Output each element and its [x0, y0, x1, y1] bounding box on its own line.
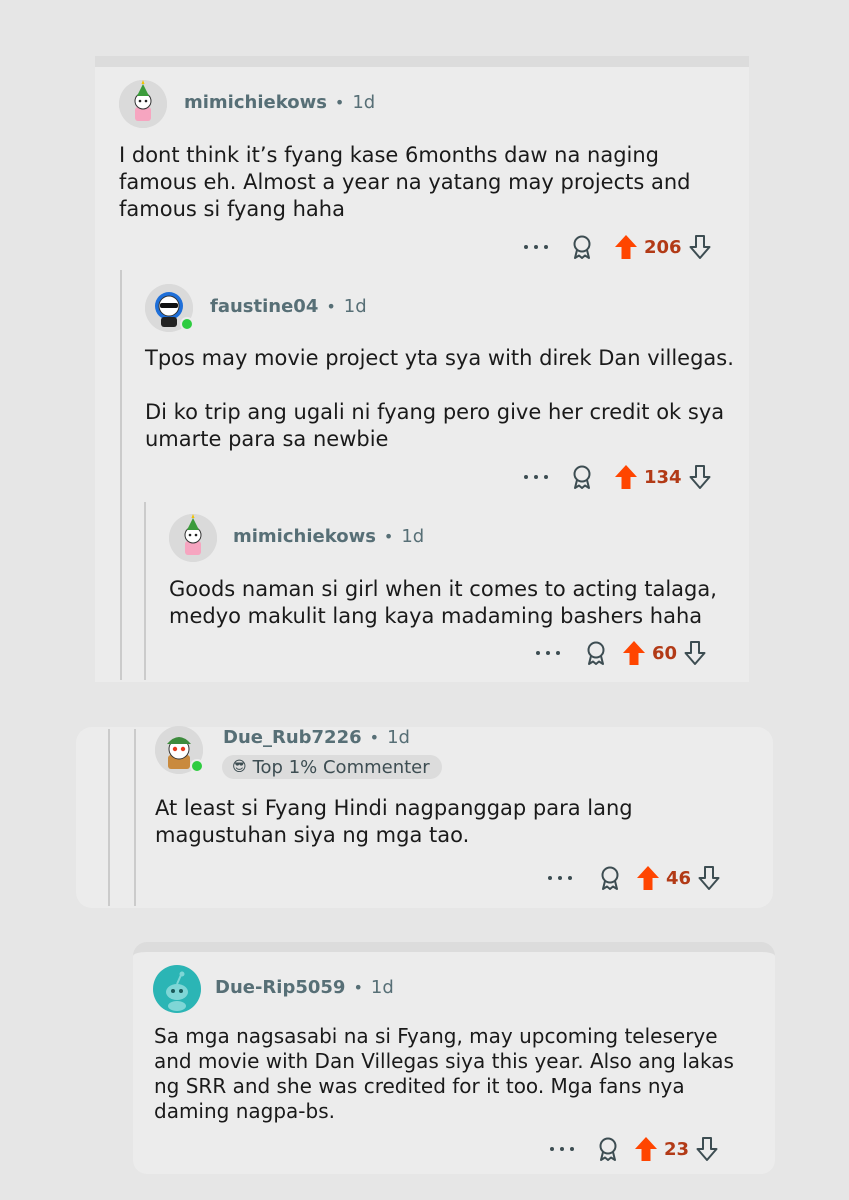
vote-count: 206 [644, 236, 682, 258]
comment-actions: 206 [524, 234, 712, 260]
separator: • [334, 93, 345, 112]
separator: • [353, 978, 363, 997]
more-options-icon[interactable] [524, 237, 548, 257]
more-options-icon[interactable] [548, 868, 572, 888]
upvote-icon[interactable] [634, 1136, 658, 1162]
vote-count: 46 [666, 867, 692, 889]
avatar-image [169, 514, 217, 562]
award-icon[interactable] [570, 464, 594, 490]
upvote-icon[interactable] [614, 464, 638, 490]
avatar[interactable] [155, 726, 204, 774]
thread-line[interactable] [120, 270, 122, 680]
downvote-icon[interactable] [683, 640, 707, 666]
thread-line[interactable] [108, 729, 110, 906]
more-options-icon[interactable] [524, 467, 548, 487]
award-icon[interactable] [596, 1136, 620, 1162]
username[interactable]: mimichiekows [184, 92, 327, 113]
more-options-icon[interactable] [536, 643, 560, 663]
top-commenter-badge[interactable]: 😎 Top 1% Commenter [222, 755, 442, 779]
avatar[interactable] [145, 284, 194, 332]
upvote-icon[interactable] [636, 865, 660, 891]
username[interactable]: Due-Rip5059 [215, 977, 345, 998]
comment-body: Goods naman si girl when it comes to act… [169, 576, 744, 630]
comment-actions: 60 [536, 640, 707, 666]
username[interactable]: Due_Rub7226 [223, 727, 362, 748]
separator: • [326, 297, 336, 316]
avatar[interactable] [153, 965, 201, 1013]
more-options-icon[interactable] [550, 1139, 574, 1159]
timestamp[interactable]: 1d [352, 92, 375, 113]
downvote-icon[interactable] [688, 234, 712, 260]
comment-paragraph: Tpos may movie project yta sya with dire… [145, 346, 734, 370]
timestamp[interactable]: 1d [344, 296, 367, 317]
comment-header: Due_Rub7226 • 1d [223, 727, 410, 748]
comment-header: Due-Rip5059 • 1d [215, 977, 394, 998]
upvote-icon[interactable] [614, 234, 638, 260]
comment-body: At least si Fyang Hindi nagpanggap para … [155, 795, 735, 849]
comment-paragraph: Sa mga nagsasabi na si Fyang, may upcomi… [154, 1024, 734, 1123]
comment-paragraph: Goods naman si girl when it comes to act… [169, 577, 717, 628]
award-icon[interactable] [584, 640, 608, 666]
thread-line[interactable] [144, 502, 146, 680]
timestamp[interactable]: 1d [371, 977, 394, 998]
comment-body: I dont think it’s fyang kase 6months daw… [119, 142, 739, 223]
downvote-icon[interactable] [688, 464, 712, 490]
separator: • [383, 527, 394, 546]
comment-paragraph: At least si Fyang Hindi nagpanggap para … [155, 796, 633, 847]
timestamp[interactable]: 1d [387, 727, 410, 748]
comment-actions: 134 [524, 464, 712, 490]
comment-body: Tpos may movie project yta sya with dire… [145, 345, 740, 453]
sunglasses-icon: 😎 [232, 759, 247, 775]
timestamp[interactable]: 1d [401, 526, 424, 547]
online-status-dot [190, 759, 204, 773]
award-icon[interactable] [570, 234, 594, 260]
username[interactable]: faustine04 [210, 296, 318, 317]
avatar-image [153, 965, 201, 1013]
comment-header: mimichiekows • 1d [233, 526, 424, 547]
comment-actions: 46 [548, 865, 721, 891]
comment-actions: 23 [550, 1136, 719, 1162]
thread-line[interactable] [134, 729, 136, 906]
online-status-dot [180, 317, 194, 331]
comment-paragraph: Di ko trip ang ugali ni fyang pero give … [145, 400, 725, 451]
comment-header: faustine04 • 1d [210, 296, 367, 317]
comment-header: mimichiekows • 1d [184, 92, 375, 113]
downvote-icon[interactable] [695, 1136, 719, 1162]
upvote-icon[interactable] [622, 640, 646, 666]
avatar[interactable] [119, 80, 167, 128]
avatar[interactable] [169, 514, 217, 562]
vote-count: 60 [652, 642, 678, 664]
separator: • [369, 728, 380, 747]
comment-paragraph: I dont think it’s fyang kase 6months daw… [119, 143, 691, 221]
downvote-icon[interactable] [697, 865, 721, 891]
vote-count: 23 [664, 1138, 690, 1160]
vote-count: 134 [644, 466, 682, 488]
comment-body: Sa mga nagsasabi na si Fyang, may upcomi… [154, 1024, 754, 1124]
badge-label: Top 1% Commenter [252, 756, 430, 778]
award-icon[interactable] [598, 865, 622, 891]
avatar-image [119, 80, 167, 128]
username[interactable]: mimichiekows [233, 526, 376, 547]
